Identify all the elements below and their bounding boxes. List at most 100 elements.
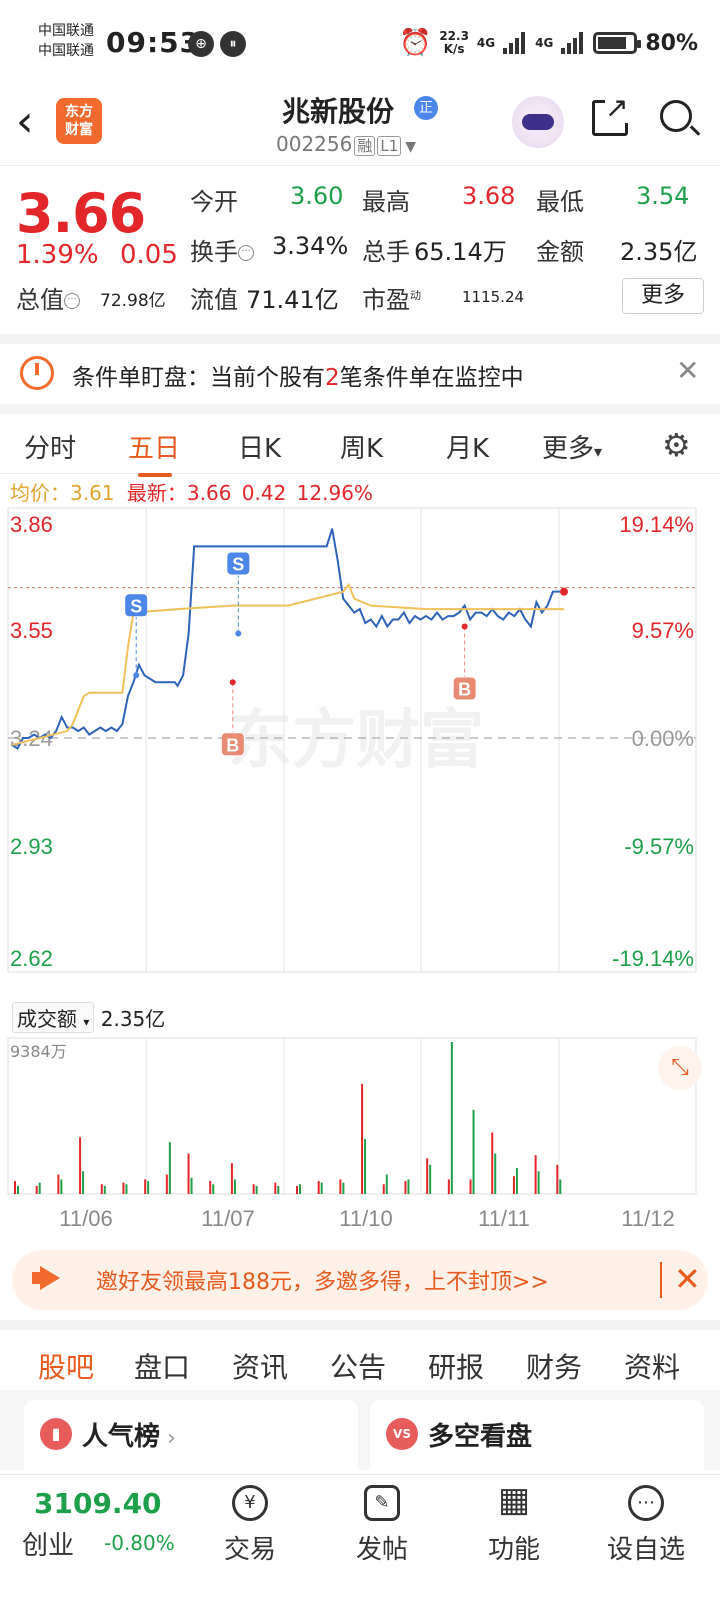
volume-bar-green: [255, 1185, 258, 1194]
price-point: [187, 632, 190, 635]
price-point: [215, 545, 218, 548]
price-point: [276, 545, 278, 548]
price-point: [149, 677, 151, 680]
volume-bar-green: [364, 1138, 367, 1194]
volume-bar-red: [296, 1185, 298, 1194]
volume-bar-green: [147, 1181, 150, 1194]
price-point: [193, 545, 195, 548]
tab-pankou[interactable]: 盘口: [134, 1346, 190, 1386]
tab-news[interactable]: 资讯: [232, 1346, 288, 1386]
price-point: [77, 730, 80, 732]
nav-trade[interactable]: ¥ 交易: [200, 1475, 300, 1575]
yen-icon: ¥: [232, 1485, 268, 1521]
volume-bar-green: [190, 1177, 193, 1194]
price-point: [353, 611, 356, 614]
price-point: [496, 615, 499, 617]
volume-total: 2.35亿: [100, 1007, 166, 1031]
volume-bar-red: [426, 1158, 429, 1194]
price-point: [463, 604, 466, 607]
y-tick-right: 19.14%: [619, 512, 694, 537]
price-point: [116, 730, 118, 732]
nav-post[interactable]: ✎ 发帖: [332, 1475, 432, 1575]
bar-chart-icon: ▮: [40, 1418, 72, 1450]
price-point: [44, 733, 46, 736]
volume-bar-red: [57, 1174, 60, 1194]
price-point: [270, 545, 273, 548]
volume-selector[interactable]: 成交额 ▾ 2.35亿: [12, 1002, 165, 1033]
expand-icon[interactable]: ⤡: [658, 1046, 702, 1090]
price-point: [392, 618, 394, 621]
price-point: [546, 604, 549, 607]
tab-announcements[interactable]: 公告: [330, 1346, 386, 1386]
nav-functions[interactable]: ▦ 功能: [464, 1475, 564, 1575]
tab-research[interactable]: 研报: [428, 1346, 484, 1386]
long-short-title: 多空看盘: [428, 1422, 533, 1452]
price-point: [347, 604, 350, 607]
price-point: [71, 726, 74, 729]
price-point: [309, 545, 311, 548]
y-tick-left: 2.62: [10, 946, 53, 971]
price-point: [209, 545, 212, 548]
popularity-card[interactable]: ▮ 人气榜 ›: [24, 1400, 358, 1480]
price-point: [541, 611, 543, 614]
price-point: [557, 590, 560, 593]
price-point: [220, 545, 223, 548]
price-point: [60, 716, 63, 718]
more-dots-icon: ⋯: [628, 1485, 664, 1521]
bottom-nav: 3109.40 创业 -0.80% ¥ 交易 ✎ 发帖 ▦ 功能 ⋯ 设自选: [0, 1474, 720, 1604]
volume-bar-red: [469, 1179, 472, 1194]
invite-text: 邀好友领最高188元，多邀多得，上不封顶>>: [96, 1270, 549, 1295]
marker-label: B: [458, 680, 471, 700]
price-point: [447, 615, 449, 617]
y-tick-left: 3.55: [10, 618, 53, 643]
volume-bar-green: [82, 1171, 85, 1194]
volume-bar-green: [212, 1184, 215, 1194]
volume-bar-green: [17, 1185, 19, 1194]
tab-finance[interactable]: 财务: [526, 1346, 582, 1386]
price-point: [105, 730, 107, 732]
index-pct: -0.80%: [104, 1531, 175, 1555]
price-point: [513, 615, 516, 617]
price-point: [55, 730, 57, 732]
y-tick-right: 9.57%: [632, 618, 694, 643]
tab-profile[interactable]: 资料: [624, 1346, 680, 1386]
price-point: [331, 528, 333, 530]
price-point: [303, 545, 306, 548]
close-icon[interactable]: ✕: [660, 1262, 701, 1298]
y-tick-right: 0.00%: [632, 726, 694, 751]
x-tick-label: 11/11: [478, 1206, 530, 1231]
nav-add-watchlist[interactable]: ⋯ 设自选: [596, 1475, 696, 1575]
price-point: [552, 590, 554, 593]
long-short-card[interactable]: VS 多空看盘: [370, 1400, 704, 1480]
price-point: [204, 545, 206, 548]
volume-bar-red: [274, 1182, 277, 1194]
megaphone-icon: [32, 1266, 64, 1290]
price-point: [425, 615, 427, 617]
price-point: [168, 681, 171, 684]
price-point: [138, 664, 140, 666]
price-point: [397, 618, 400, 621]
marker-dot: [461, 623, 468, 630]
volume-bar-green: [320, 1182, 323, 1194]
price-point: [88, 733, 91, 736]
marker-label: S: [232, 554, 244, 574]
five-day-chart[interactable]: 东方财富 3.86 19.14%3.55 9.57%3.24 0.00%2.93 -9.…: [0, 0, 720, 1240]
price-point: [524, 618, 527, 621]
price-point: [49, 737, 52, 739]
index-name: 创业: [22, 1531, 75, 1561]
latest-dot: [560, 587, 568, 596]
marker-dot: [229, 679, 236, 686]
price-point: [414, 615, 416, 617]
volume-bar-green: [429, 1164, 432, 1194]
volume-bar-green: [537, 1171, 540, 1194]
price-point: [502, 618, 505, 621]
price-point: [110, 726, 113, 729]
tab-guba[interactable]: 股吧: [38, 1346, 94, 1400]
volume-bar-green: [277, 1185, 280, 1194]
invite-banner[interactable]: 邀好友领最高188元，多邀多得，上不封顶>> ✕: [12, 1250, 708, 1310]
price-point: [325, 545, 328, 548]
price-point: [198, 545, 201, 548]
vs-icon: VS: [386, 1418, 418, 1450]
volume-bar-green: [103, 1185, 106, 1194]
volume-bar-red: [230, 1163, 233, 1194]
